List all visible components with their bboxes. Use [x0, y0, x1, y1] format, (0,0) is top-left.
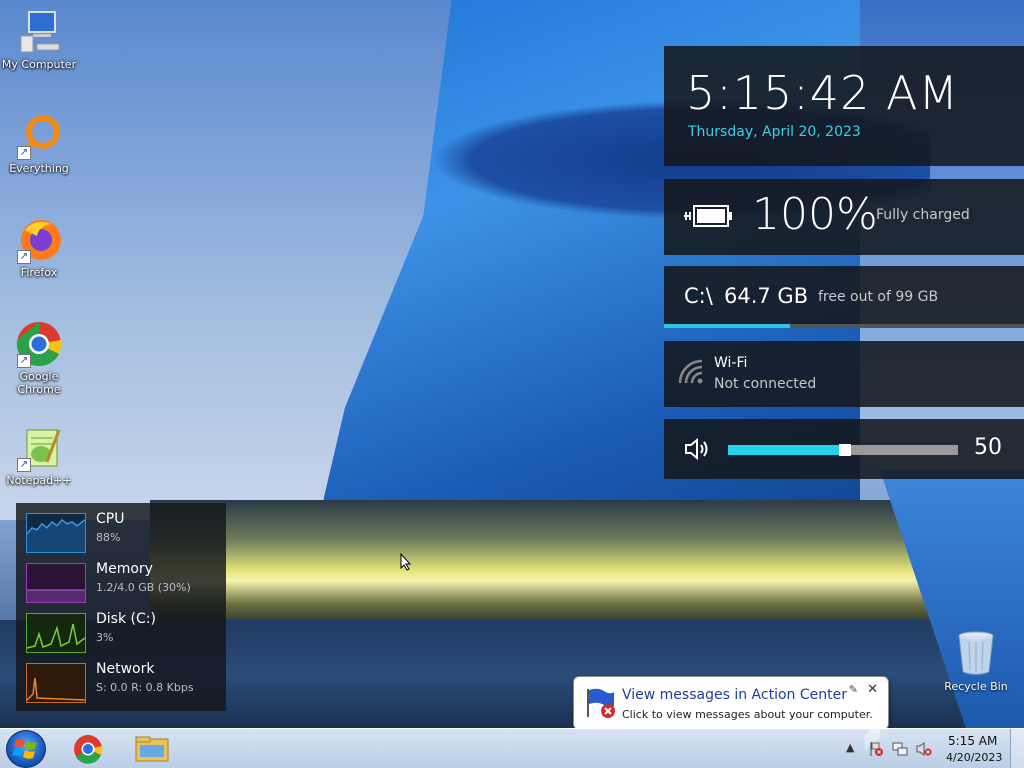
clock-time: 5:15:42 AM	[686, 66, 960, 120]
file-explorer-icon	[135, 736, 169, 762]
shortcut-arrow-icon: ↗	[17, 146, 31, 160]
performance-panel: CPU 88% Memory 1.2/4.0 GB (30%) Disk (C:…	[16, 503, 226, 711]
battery-status: Fully charged	[876, 207, 970, 223]
desktop-icon-label: Recycle Bin	[944, 680, 1008, 693]
chrome-icon: ↗	[15, 320, 63, 368]
clock-widget: 5:15:42 AM Thursday, April 20, 2023	[664, 46, 1024, 166]
close-icon[interactable]: ✕	[867, 682, 878, 697]
taskbar-clock-date[interactable]: 4/20/2023	[946, 751, 1002, 764]
action-center-flag-icon	[584, 687, 618, 719]
shortcut-arrow-icon: ↗	[17, 250, 31, 264]
desktop-icon-label: Google Chrome	[17, 370, 61, 396]
volume-slider-thumb[interactable]	[839, 444, 851, 456]
battery-widget: 100% Fully charged	[664, 179, 1024, 255]
perf-name: Memory	[96, 561, 153, 577]
perf-row-disk[interactable]: Disk (C:) 3%	[26, 607, 226, 653]
perf-value: 88%	[96, 531, 121, 544]
perf-row-cpu[interactable]: CPU 88%	[26, 507, 226, 553]
action-center-tray-icon[interactable]	[868, 741, 884, 757]
volume-widget: 50	[664, 419, 1024, 479]
perf-name: Network	[96, 661, 155, 677]
volume-slider-fill	[728, 444, 851, 456]
wifi-status: Not connected	[714, 376, 817, 392]
perf-row-memory[interactable]: Memory 1.2/4.0 GB (30%)	[26, 557, 226, 603]
desktop-icon-label: My Computer	[1, 58, 77, 71]
perf-value: 1.2/4.0 GB (30%)	[96, 581, 191, 594]
taskbar: ▲ 5:15 AM 4/20/2023	[0, 728, 1024, 768]
wallpaper-light-band	[150, 500, 1024, 630]
volume-slider[interactable]	[728, 444, 958, 456]
wifi-widget[interactable]: Wi-Fi Not connected	[664, 341, 1024, 407]
everything-icon: ↗	[15, 112, 63, 160]
perf-name: Disk (C:)	[96, 611, 156, 627]
memory-graph	[26, 563, 86, 603]
disk-free-space: 64.7 GB	[724, 284, 809, 308]
cpu-graph	[26, 513, 86, 553]
wifi-icon	[678, 359, 704, 385]
desktop-icon-google-chrome[interactable]: ↗ Google Chrome	[0, 320, 78, 396]
desktop-icon-everything[interactable]: ↗ Everything	[0, 112, 78, 175]
chrome-icon	[74, 735, 103, 764]
show-hidden-icons-icon[interactable]: ▲	[846, 741, 862, 757]
firefox-icon: ↗	[15, 216, 63, 264]
disk-capacity-text: free out of 99 GB	[818, 289, 939, 305]
perf-value: S: 0.0 R: 0.8 Kbps	[96, 681, 194, 694]
action-center-notification[interactable]: View messages in Action Center Click to …	[573, 676, 889, 752]
clock-date: Thursday, April 20, 2023	[688, 124, 861, 140]
desktop-icon-label: Notepad++	[6, 474, 72, 487]
network-tray-icon[interactable]	[892, 741, 908, 757]
computer-icon	[15, 8, 63, 56]
taskbar-chrome-button[interactable]	[68, 733, 108, 765]
disk-usage-bar	[664, 324, 1024, 328]
wifi-name: Wi-Fi	[714, 355, 748, 371]
perf-name: CPU	[96, 511, 125, 527]
windows-start-icon[interactable]	[6, 730, 46, 768]
shortcut-arrow-icon: ↗	[17, 458, 31, 472]
perf-value: 3%	[96, 631, 114, 644]
desktop-icon-recycle-bin[interactable]: Recycle Bin	[940, 630, 1012, 693]
volume-value: 50	[974, 435, 1002, 460]
mouse-cursor-icon	[400, 552, 412, 575]
disk-usage-fill	[664, 324, 790, 328]
notification-body: Click to view messages about your comput…	[622, 708, 873, 721]
disk-widget: C:\ 64.7 GB free out of 99 GB	[664, 266, 1024, 328]
pin-icon[interactable]: ✎	[849, 683, 858, 696]
notepad-plus-plus-icon: ↗	[15, 424, 63, 472]
shortcut-arrow-icon: ↗	[17, 354, 31, 368]
speaker-icon[interactable]	[684, 437, 712, 461]
recycle-bin-icon	[956, 630, 996, 676]
taskbar-clock-time[interactable]: 5:15 AM	[948, 734, 997, 748]
perf-row-network[interactable]: Network S: 0.0 R: 0.8 Kbps	[26, 657, 226, 703]
show-desktop-button[interactable]	[1010, 729, 1024, 768]
battery-percent: 100%	[752, 189, 878, 240]
desktop-icon-my-computer[interactable]: My Computer	[0, 8, 78, 71]
network-graph	[26, 663, 86, 703]
taskbar-file-explorer-button[interactable]	[132, 733, 172, 765]
battery-charging-icon	[682, 203, 734, 229]
volume-muted-tray-icon[interactable]	[916, 741, 932, 757]
desktop-icon-label: Everything	[9, 162, 69, 175]
desktop-icon-label: Firefox	[20, 266, 58, 279]
desktop-icon-notepad-plus-plus[interactable]: ↗ Notepad++	[0, 424, 78, 487]
disk-drive-label: C:\	[684, 284, 713, 308]
disk-graph	[26, 613, 86, 653]
desktop-icon-firefox[interactable]: ↗ Firefox	[0, 216, 78, 279]
notification-title: View messages in Action Center	[622, 687, 847, 703]
